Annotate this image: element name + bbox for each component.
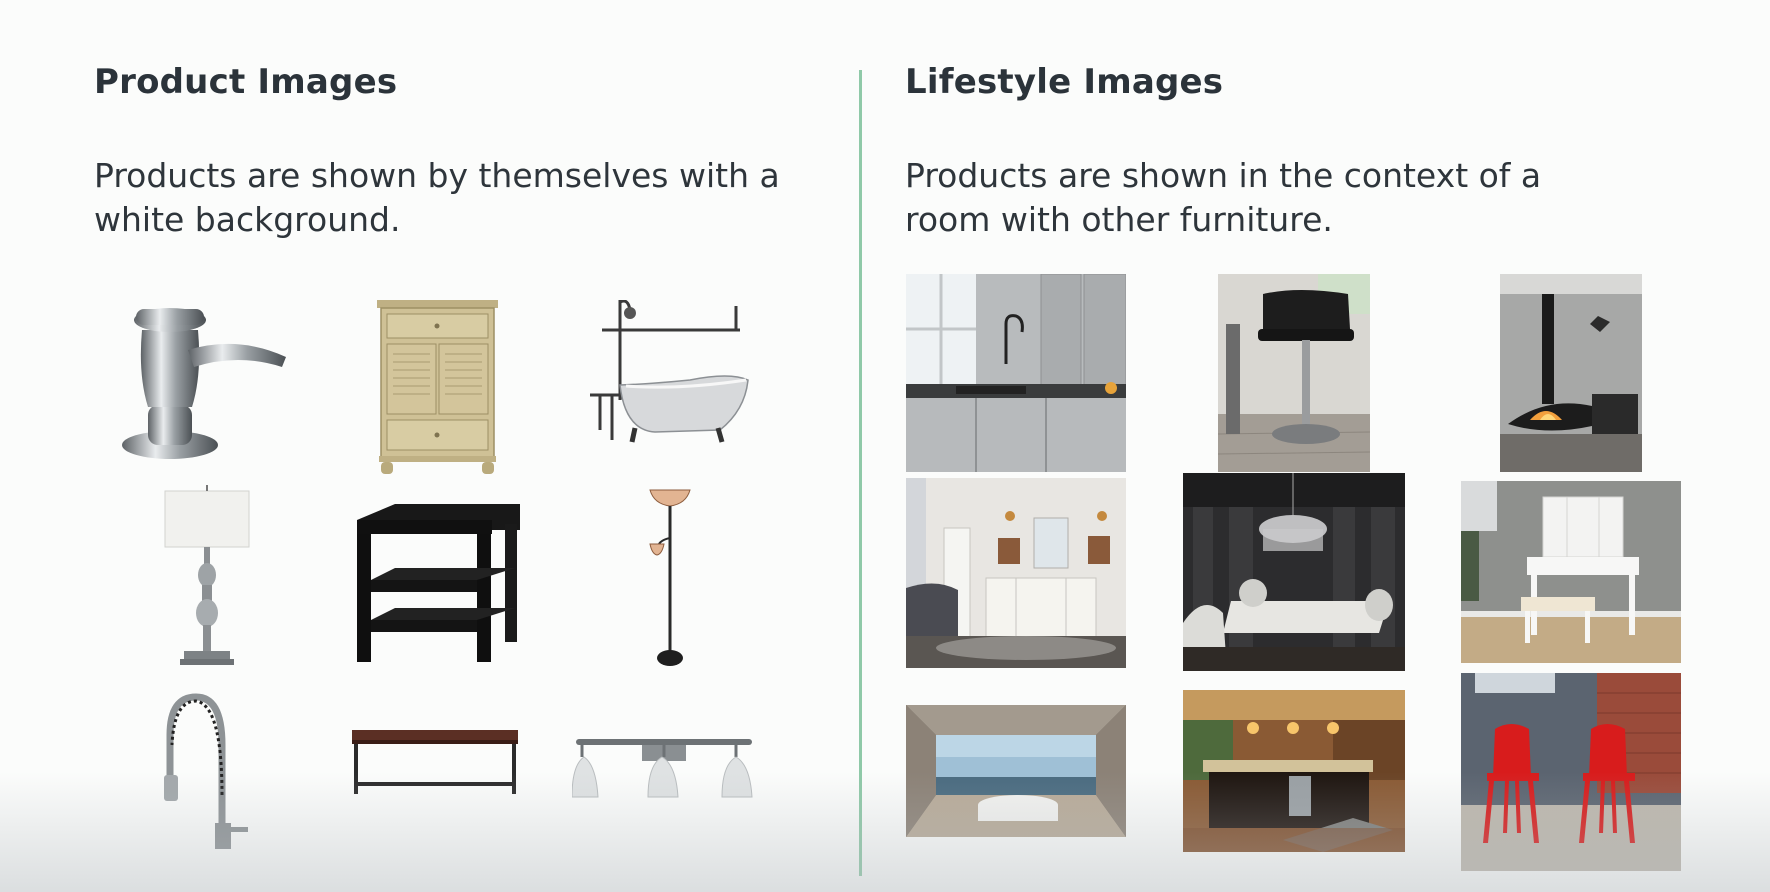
soap-dispenser-image xyxy=(118,295,293,465)
product-images-heading: Product Images xyxy=(94,62,398,102)
bar-stool-room-image xyxy=(1218,274,1370,472)
kitchen-sink-room-image xyxy=(906,274,1126,472)
lifestyle-images-description: Products are shown in the context of a r… xyxy=(905,156,1542,239)
kitchen-faucet-image xyxy=(160,685,260,850)
floor-lamp-image xyxy=(640,488,700,668)
slide: Product Images Products are shown by the… xyxy=(0,0,1770,892)
bench-image xyxy=(350,728,520,798)
makeup-vanity-room-image xyxy=(1461,481,1681,663)
hanging-fireplace-room-image xyxy=(1500,274,1642,472)
dining-chandelier-room-image xyxy=(1183,473,1405,671)
vanity-light-fixture-image xyxy=(571,735,757,800)
clawfoot-tub-image xyxy=(580,299,750,465)
product-images-description: Products are shown by themselves with a … xyxy=(94,156,780,239)
kitchen-island-room-image xyxy=(1183,690,1405,852)
freestanding-tub-room-image xyxy=(906,705,1126,837)
lifestyle-images-heading: Lifestyle Images xyxy=(905,62,1224,102)
bathroom-vanity-cabinet-image xyxy=(375,300,500,475)
red-chairs-room-image xyxy=(1461,673,1681,871)
table-lamp-image xyxy=(160,485,255,670)
end-table-image xyxy=(355,500,520,665)
column-divider xyxy=(859,70,862,876)
bathroom-vanity-room-image xyxy=(906,478,1126,668)
